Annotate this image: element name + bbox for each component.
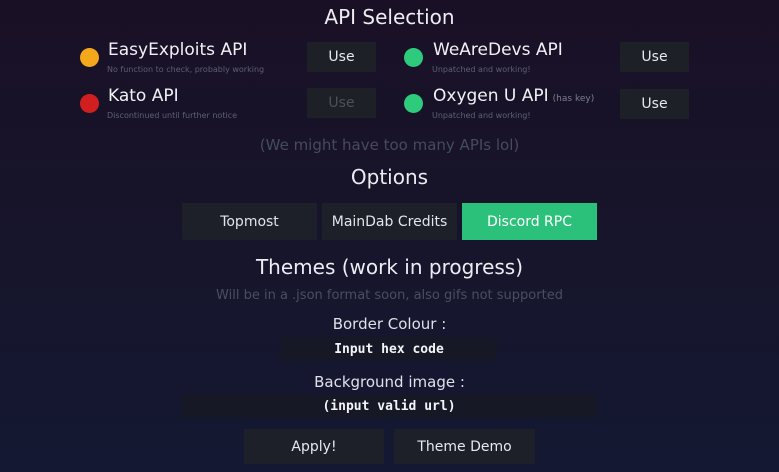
background-image-label: Background image : [314,373,465,391]
api-card-oxygen-u: Oxygen U API (has key) Unpatched and work… [399,86,619,122]
discord-rpc-button[interactable]: Discord RPC [462,203,597,240]
status-dot-green-icon [404,48,423,67]
maindab-credits-button[interactable]: MainDab Credits [322,203,457,240]
api-name-oxygen-u-text: Oxygen U API [433,86,549,106]
api-card-kato: Kato API Discontinued until further noti… [75,86,305,122]
api-note: (We might have too many APIs lol) [259,136,520,154]
border-colour-input[interactable]: Input hex code [281,337,497,361]
api-status-kato: Discontinued until further notice [107,111,238,120]
api-name-kato: Kato API [108,86,179,106]
has-key-badge: (has key) [552,94,595,104]
options-title: Options [350,165,429,189]
api-name-oxygen-u: Oxygen U API (has key) [433,86,594,106]
api-card-wearedevs: WeAreDevs API Unpatched and working! [399,40,619,76]
status-dot-yellow-icon [80,48,99,67]
api-selection-title: API Selection [324,5,455,29]
use-button-oxygen-u[interactable]: Use [620,89,689,119]
status-dot-red-icon [80,94,99,113]
theme-demo-button[interactable]: Theme Demo [394,429,535,464]
api-name-easyexploits: EasyExploits API [108,40,248,60]
api-status-easyexploits: No function to check, probably working [107,65,265,74]
api-status-oxygen-u: Unpatched and working! [432,111,531,120]
topmost-button[interactable]: Topmost [182,203,317,240]
api-status-wearedevs: Unpatched and working! [432,65,531,74]
status-dot-green-icon [404,94,423,113]
use-button-wearedevs[interactable]: Use [620,42,689,72]
border-colour-label: Border Colour : [332,315,447,333]
themes-title: Themes (work in progress) [255,255,524,279]
use-button-kato[interactable]: Use [307,88,376,118]
themes-subtitle: Will be in a .json format soon, also gif… [216,288,563,303]
use-button-easyexploits[interactable]: Use [307,42,376,72]
apply-button[interactable]: Apply! [244,429,384,464]
api-card-easyexploits: EasyExploits API No function to check, p… [75,40,305,76]
api-name-wearedevs: WeAreDevs API [433,40,563,60]
background-image-input[interactable]: (input valid url) [181,394,597,418]
